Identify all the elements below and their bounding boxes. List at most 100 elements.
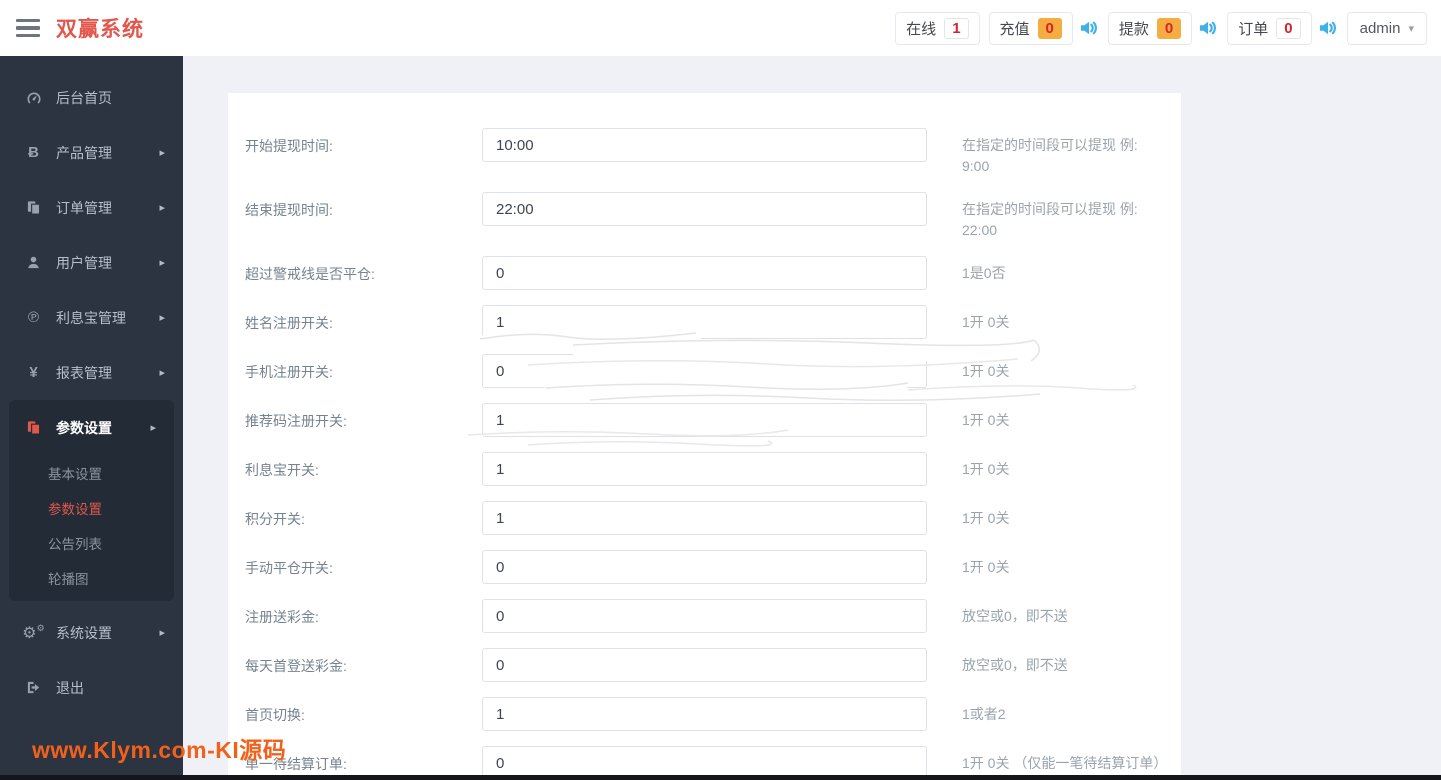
chevron-right-icon: ▸ bbox=[159, 627, 165, 639]
header-stat: 订单 0 bbox=[1227, 11, 1338, 45]
field-hint: 1开 0关 bbox=[962, 363, 1010, 379]
chevron-right-icon: ▸ bbox=[159, 202, 165, 214]
field-input[interactable] bbox=[482, 452, 927, 486]
params-icon bbox=[24, 420, 43, 435]
form-row: 姓名注册开关: 1开 0关 bbox=[245, 305, 1181, 339]
sidebar-subitem[interactable]: 基本设置 bbox=[9, 455, 174, 490]
field-label: 开始提现时间: bbox=[245, 138, 333, 154]
sidebar-item[interactable]: 退出 bbox=[0, 660, 183, 715]
sidebar-item[interactable]: ¥ 报表管理 ▸ bbox=[0, 345, 183, 400]
sidebar-subitem[interactable]: 参数设置 bbox=[9, 490, 174, 525]
field-input[interactable] bbox=[482, 697, 927, 731]
field-input[interactable] bbox=[482, 599, 927, 633]
form-row: 首页切换: 1或者2 bbox=[245, 697, 1181, 731]
field-hint: 1开 0关 bbox=[962, 559, 1010, 575]
field-label: 注册送彩金: bbox=[245, 609, 319, 625]
stat-value-badge: 0 bbox=[1156, 17, 1182, 39]
form-row: 每天首登送彩金: 放空或0，即不送 bbox=[245, 648, 1181, 682]
stat-label: 在线 bbox=[906, 20, 937, 38]
header-stat: 提款 0 bbox=[1107, 11, 1218, 45]
chevron-right-icon: ▸ bbox=[159, 312, 165, 324]
field-input[interactable] bbox=[482, 501, 927, 535]
sidebar-item[interactable]: 用户管理 ▸ bbox=[0, 235, 183, 290]
field-label: 利息宝开关: bbox=[245, 462, 319, 478]
form-row: 开始提现时间: 在指定的时间段可以提现 例: 9:00 bbox=[245, 128, 1181, 177]
stat-box[interactable]: 提款 0 bbox=[1107, 11, 1193, 45]
speaker-icon[interactable] bbox=[1079, 19, 1099, 37]
field-hint: 放空或0，即不送 bbox=[962, 608, 1068, 624]
chevron-right-icon: ▸ bbox=[150, 422, 156, 434]
field-input[interactable] bbox=[482, 550, 927, 584]
field-input[interactable] bbox=[482, 648, 927, 682]
field-hint: 1开 0关 （仅能一笔待结算订单） bbox=[962, 755, 1168, 771]
chevron-right-icon: ▸ bbox=[159, 257, 165, 269]
header-stat: 充值 0 bbox=[988, 11, 1099, 45]
field-input[interactable] bbox=[482, 354, 927, 388]
sidebar-item[interactable]: 参数设置 ▸ bbox=[9, 400, 174, 455]
yen-icon: ¥ bbox=[29, 364, 38, 381]
logout-icon bbox=[24, 680, 43, 695]
sidebar: 后台首页 Ƀ 产品管理 ▸ 订单管理 ▸ 用户管理 ▸ ℗ 利息宝管理 ▸ ¥ … bbox=[0, 56, 183, 780]
sidebar-subitem[interactable]: 轮播图 bbox=[9, 560, 174, 595]
stat-value-badge: 1 bbox=[944, 17, 969, 39]
gauge-icon bbox=[24, 90, 43, 106]
user-menu[interactable]: admin ▾ bbox=[1346, 11, 1427, 45]
form-row: 超过警戒线是否平仓: 1是0否 bbox=[245, 256, 1181, 290]
speaker-icon[interactable] bbox=[1318, 19, 1338, 37]
settings-form: 开始提现时间: 在指定的时间段可以提现 例: 9:00 结束提现时间: 在指定的… bbox=[245, 128, 1181, 780]
speaker-icon[interactable] bbox=[1198, 19, 1218, 37]
sidebar-item[interactable]: ℗ 利息宝管理 ▸ bbox=[0, 290, 183, 345]
chevron-down-icon: ▾ bbox=[1408, 22, 1414, 35]
field-label: 每天首登送彩金: bbox=[245, 658, 347, 674]
field-hint: 1或者2 bbox=[962, 706, 1006, 722]
field-input[interactable] bbox=[482, 256, 927, 290]
sidebar-item[interactable]: ⚙⚙ 系统设置 ▸ bbox=[0, 605, 183, 660]
field-hint: 1是0否 bbox=[962, 265, 1006, 281]
bitcoin-icon: Ƀ bbox=[28, 144, 39, 161]
field-label: 积分开关: bbox=[245, 511, 305, 527]
header-stats: 在线 1 充值 0 提款 0 订单 0 admin ▾ bbox=[895, 11, 1427, 45]
chevron-right-icon: ▸ bbox=[159, 147, 165, 159]
chevron-right-icon: ▸ bbox=[159, 367, 165, 379]
sidebar-subitem[interactable]: 公告列表 bbox=[9, 525, 174, 560]
field-input[interactable] bbox=[482, 192, 927, 226]
interest-icon: ℗ bbox=[27, 309, 40, 326]
settings-form-card: 开始提现时间: 在指定的时间段可以提现 例: 9:00 结束提现时间: 在指定的… bbox=[228, 93, 1181, 780]
stat-box[interactable]: 充值 0 bbox=[988, 11, 1073, 45]
brand-logo[interactable]: 双赢系统 bbox=[56, 13, 144, 43]
form-row: 推荐码注册开关: 1开 0关 bbox=[245, 403, 1181, 437]
sidebar-open-group: 参数设置 ▸ 基本设置 参数设置 公告列表 轮播图 bbox=[9, 400, 174, 601]
field-hint: 1开 0关 bbox=[962, 510, 1010, 526]
stat-label: 提款 bbox=[1118, 20, 1149, 38]
field-hint: 在指定的时间段可以提现 例: 9:00 bbox=[962, 137, 1138, 174]
form-row: 结束提现时间: 在指定的时间段可以提现 例: 22:00 bbox=[245, 192, 1181, 241]
user-icon bbox=[24, 255, 43, 270]
field-hint: 放空或0，即不送 bbox=[962, 657, 1068, 673]
form-row: 注册送彩金: 放空或0，即不送 bbox=[245, 599, 1181, 633]
bottom-dark-bar bbox=[0, 775, 1441, 780]
field-label: 结束提现时间: bbox=[245, 202, 333, 218]
watermark-text: www.Klym.com-KI源码 bbox=[32, 737, 287, 763]
field-label: 姓名注册开关: bbox=[245, 315, 333, 331]
field-hint: 1开 0关 bbox=[962, 412, 1010, 428]
sidebar-item[interactable]: 订单管理 ▸ bbox=[0, 180, 183, 235]
field-label: 超过警戒线是否平仓: bbox=[245, 266, 375, 282]
field-hint: 在指定的时间段可以提现 例: 22:00 bbox=[962, 201, 1138, 238]
stat-label: 订单 bbox=[1238, 20, 1269, 38]
field-input[interactable] bbox=[482, 305, 927, 339]
stat-label: 充值 bbox=[999, 20, 1030, 38]
header-stat: 在线 1 bbox=[895, 11, 980, 45]
sidebar-item[interactable]: 后台首页 bbox=[0, 70, 183, 125]
sidebar-nav: 后台首页 Ƀ 产品管理 ▸ 订单管理 ▸ 用户管理 ▸ ℗ 利息宝管理 ▸ ¥ … bbox=[0, 70, 183, 715]
user-name: admin bbox=[1359, 19, 1401, 37]
form-row: 利息宝开关: 1开 0关 bbox=[245, 452, 1181, 486]
menu-toggle-icon[interactable] bbox=[16, 19, 40, 37]
field-input[interactable] bbox=[482, 403, 927, 437]
sidebar-item[interactable]: Ƀ 产品管理 ▸ bbox=[0, 125, 183, 180]
stat-box[interactable]: 在线 1 bbox=[895, 11, 980, 45]
form-row: 手机注册开关: 1开 0关 bbox=[245, 354, 1181, 388]
stat-box[interactable]: 订单 0 bbox=[1227, 11, 1312, 45]
gears-icon: ⚙⚙ bbox=[22, 622, 45, 642]
field-input[interactable] bbox=[482, 128, 927, 162]
field-label: 首页切换: bbox=[245, 707, 305, 723]
